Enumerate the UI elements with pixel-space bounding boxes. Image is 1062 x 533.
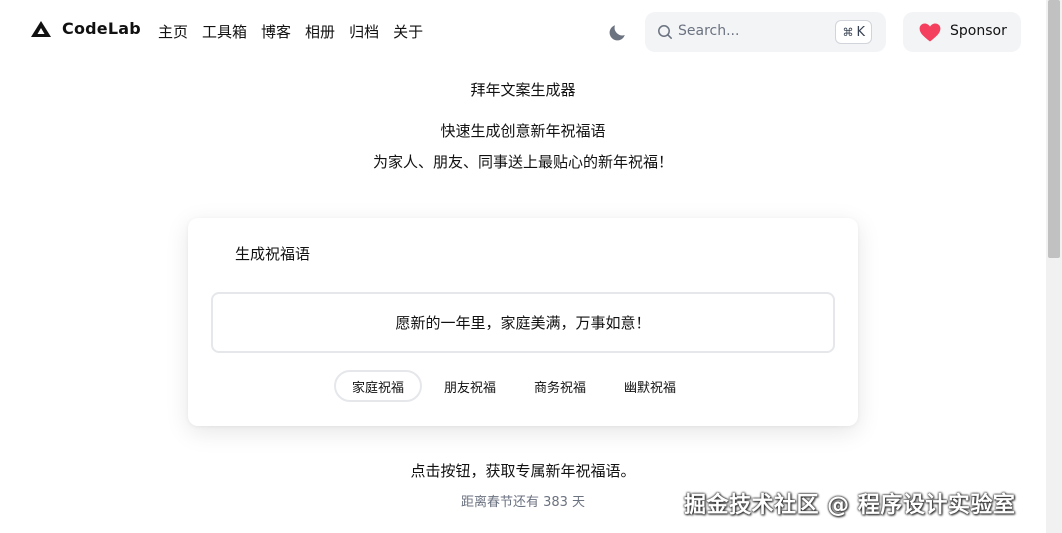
nav-album[interactable]: 相册 <box>305 21 335 42</box>
k-key: K <box>856 24 865 40</box>
main-nav: 主页 工具箱 博客 相册 归档 关于 <box>158 21 423 42</box>
category-friends-button[interactable]: 朋友祝福 <box>428 370 512 402</box>
search-placeholder: Search... <box>678 23 740 39</box>
nav-about[interactable]: 关于 <box>393 21 423 42</box>
generator-card: 生成祝福语 愿新的一年里，家庭美满，万事如意！ 家庭祝福 朋友祝福 商务祝福 幽… <box>188 218 858 426</box>
category-business-button[interactable]: 商务祝福 <box>518 370 602 402</box>
sponsor-label: Sponsor <box>950 23 1007 39</box>
greeting-text: 愿新的一年里，家庭美满，万事如意！ <box>395 314 651 332</box>
theme-toggle-button[interactable] <box>604 20 630 46</box>
brand-name: CodeLab <box>62 19 141 38</box>
watermark: 掘金技术社区 @ 程序设计实验室 <box>684 493 1016 518</box>
brand-logo[interactable]: CodeLab <box>30 19 141 38</box>
page-title: 拜年文案生成器 <box>470 81 576 99</box>
shortcut-badge: ⌘ K <box>835 20 872 44</box>
heart-icon <box>919 23 941 42</box>
category-tabs: 家庭祝福 朋友祝福 商务祝福 幽默祝福 <box>334 370 692 402</box>
hint-text: 点击按钮，获取专属新年祝福语。 <box>410 462 636 480</box>
nav-archive[interactable]: 归档 <box>349 21 379 42</box>
page: CodeLab 主页 工具箱 博客 相册 归档 关于 Search... ⌘ K <box>0 0 1062 533</box>
sponsor-button[interactable]: Sponsor <box>903 12 1021 52</box>
vertical-scrollbar[interactable] <box>1046 0 1062 533</box>
category-family-button[interactable]: 家庭祝福 <box>334 370 423 402</box>
command-key: ⌘ <box>842 25 854 39</box>
top-navbar: CodeLab 主页 工具箱 博客 相册 归档 关于 Search... ⌘ K <box>0 0 1046 64</box>
search-box[interactable]: Search... ⌘ K <box>645 12 886 52</box>
page-subtitle: 快速生成创意新年祝福语 <box>440 122 606 140</box>
greeting-display: 愿新的一年里，家庭美满，万事如意！ <box>211 292 835 353</box>
nav-blog[interactable]: 博客 <box>261 21 291 42</box>
nav-home[interactable]: 主页 <box>158 21 188 42</box>
category-humor-button[interactable]: 幽默祝福 <box>608 370 692 402</box>
triangle-logo-icon <box>31 20 51 37</box>
search-icon <box>658 25 672 39</box>
nav-toolbox[interactable]: 工具箱 <box>202 21 247 42</box>
scrollbar-thumb[interactable] <box>1048 0 1060 258</box>
page-description: 为家人、朋友、同事送上最贴心的新年祝福！ <box>372 153 673 171</box>
moon-icon <box>609 25 625 41</box>
card-title: 生成祝福语 <box>235 245 311 263</box>
